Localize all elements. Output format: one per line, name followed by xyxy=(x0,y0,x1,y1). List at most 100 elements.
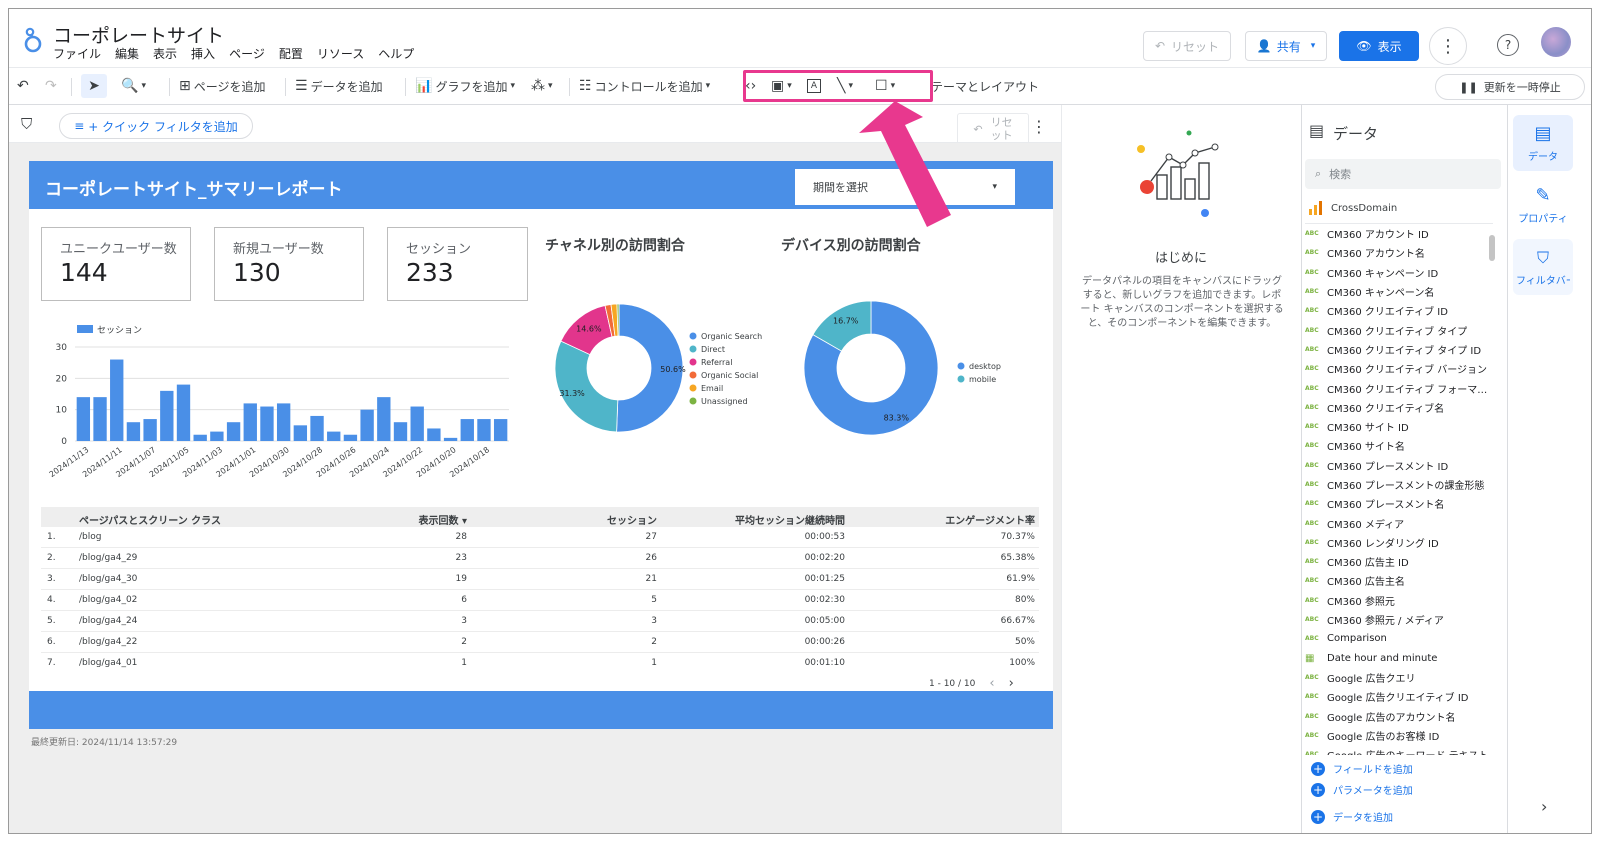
rail-data-tab[interactable]: ▤ データ xyxy=(1513,115,1573,171)
field-item[interactable]: ABC CM360 参照元 xyxy=(1305,591,1493,610)
field-item[interactable]: ABC CM360 クリエイティブ タイプ xyxy=(1305,320,1493,339)
expand-chevron-icon[interactable]: › xyxy=(1541,797,1547,816)
table-row[interactable]: 5./blog/ga4_24 3 3 00:05:00 66.67% xyxy=(41,611,1039,632)
field-item[interactable]: ▦ Date hour and minute xyxy=(1305,649,1493,668)
field-item[interactable]: ABC CM360 クリエイティブ フォーマット xyxy=(1305,378,1493,397)
add-parameter-link[interactable]: + パラメータを追加 xyxy=(1311,782,1413,797)
report-heading[interactable]: コーポレートサイト_サマリーレポート xyxy=(45,175,343,200)
table-row[interactable]: 2./blog/ga4_29 23 26 00:02:20 65.38% xyxy=(41,548,1039,569)
filter-icon[interactable]: ⛉ xyxy=(21,115,32,133)
bar[interactable] xyxy=(260,406,274,441)
field-item[interactable]: ABCGoogle 広告のキーワード テキスト xyxy=(1305,745,1493,755)
zoom-dropdown-icon[interactable]: ▾ xyxy=(141,81,146,91)
bar[interactable] xyxy=(443,437,458,441)
looker-studio-logo-icon[interactable] xyxy=(21,25,45,55)
filter-reset-button[interactable]: ↶ リセ ット xyxy=(957,113,1029,145)
field-item[interactable]: ABC Google 広告クエリ xyxy=(1305,668,1493,687)
field-list-scrollbar[interactable] xyxy=(1489,235,1495,261)
data-source-item[interactable]: CrossDomain xyxy=(1309,201,1397,215)
bar[interactable] xyxy=(460,419,474,441)
menu-help[interactable]: ヘルプ xyxy=(378,45,414,62)
bar[interactable] xyxy=(276,403,291,441)
bar[interactable] xyxy=(176,384,191,441)
share-dropdown-icon[interactable]: ▾ xyxy=(1311,41,1316,51)
bar[interactable] xyxy=(143,419,157,441)
field-item[interactable]: ABC CM360 クリエイティブ名 xyxy=(1305,398,1493,417)
field-item[interactable]: ABC CM360 参照元 / メディア xyxy=(1305,610,1493,629)
add-control-button[interactable]: ☷ コントロールを追加 ▾ xyxy=(579,74,710,98)
redo-icon[interactable]: ↷ xyxy=(45,78,57,94)
bar[interactable] xyxy=(193,434,207,441)
bar[interactable] xyxy=(327,431,341,441)
bar[interactable] xyxy=(393,422,408,441)
bar[interactable] xyxy=(343,434,358,441)
field-item[interactable]: ABC CM360 クリエイティブ ID xyxy=(1305,301,1493,320)
bar[interactable] xyxy=(410,406,424,441)
bar[interactable] xyxy=(226,422,241,441)
menu-resource[interactable]: リソース xyxy=(317,45,364,62)
zoom-icon[interactable]: 🔍 xyxy=(121,78,138,94)
table-row[interactable]: 1./blog 28 27 00:00:53 70.37% xyxy=(41,527,1039,548)
bar[interactable] xyxy=(477,419,491,441)
field-item[interactable]: ABC CM360 キャンペーン ID xyxy=(1305,263,1493,282)
bar[interactable] xyxy=(360,409,374,441)
field-item[interactable]: ABC CM360 キャンペーン名 xyxy=(1305,282,1493,301)
table-row[interactable]: 6./blog/ga4_22 2 2 00:00:26 50% xyxy=(41,632,1039,653)
bar[interactable] xyxy=(293,425,308,441)
field-item[interactable]: ABC CM360 広告主名 xyxy=(1305,571,1493,590)
field-search-input[interactable]: ⌕ 検索 xyxy=(1305,159,1501,189)
prev-page-icon[interactable]: ‹ xyxy=(989,676,994,691)
bar[interactable] xyxy=(310,415,324,441)
bar[interactable] xyxy=(126,422,141,441)
field-item[interactable]: ABC CM360 クリエイティブ バージョン xyxy=(1305,359,1493,378)
community-visualization-button[interactable]: ⁂ ▾ xyxy=(531,74,553,98)
bar[interactable] xyxy=(427,428,441,441)
menu-file[interactable]: ファイル xyxy=(53,45,101,62)
rail-property-tab[interactable]: ✎ プロパティ xyxy=(1513,177,1573,233)
field-item[interactable]: ABC CM360 広告主 ID xyxy=(1305,552,1493,571)
table-row[interactable]: 4./blog/ga4_02 6 5 00:02:30 80% xyxy=(41,590,1039,611)
field-item[interactable]: ABC CM360 プレースメントの課金形態 xyxy=(1305,475,1493,494)
field-item[interactable]: ABC Google 広告のアカウント名 xyxy=(1305,706,1493,725)
kpi-sessions[interactable]: セッション 233 xyxy=(387,227,528,301)
quick-filter-button[interactable]: ≡ + クイック フィルタを追加 xyxy=(59,113,253,139)
field-item[interactable]: ABC CM360 メディア xyxy=(1305,513,1493,532)
field-item[interactable]: ABC CM360 サイト名 xyxy=(1305,436,1493,455)
reset-button[interactable]: ↶ リセット xyxy=(1143,31,1231,61)
bar[interactable] xyxy=(210,431,224,441)
add-data-button[interactable]: ☰ データを追加 xyxy=(295,74,383,98)
page-table[interactable]: ページパスとスクリーン クラス 表示回数 ▾ セッション 平均セッション継続時間… xyxy=(41,507,1039,674)
pause-update-button[interactable]: ❚❚ 更新を一時停止 xyxy=(1435,74,1585,100)
field-item[interactable]: ABC CM360 プレースメント名 xyxy=(1305,494,1493,513)
undo-icon[interactable]: ↶ xyxy=(17,78,29,94)
filter-more-icon[interactable]: ⋮ xyxy=(1031,117,1047,136)
bar[interactable] xyxy=(76,397,91,441)
field-item[interactable]: ABC CM360 アカウント ID xyxy=(1305,224,1493,243)
channel-donut-chart[interactable]: 50.6% 31.3% 14.6% Organic Search Direct Refer… xyxy=(539,293,779,443)
add-data-link[interactable]: + データを追加 xyxy=(1311,809,1393,824)
menu-page[interactable]: ページ xyxy=(229,45,265,62)
menu-arrange[interactable]: 配置 xyxy=(279,45,303,62)
view-button[interactable]: 👁 表示 xyxy=(1339,31,1419,61)
theme-layout-button[interactable]: テーマとレイアウト xyxy=(931,74,1039,98)
table-row[interactable]: 3./blog/ga4_30 19 21 00:01:25 61.9% xyxy=(41,569,1039,590)
report-title[interactable]: コーポレートサイト xyxy=(53,21,224,48)
kpi-unique-users[interactable]: ユニークユーザー数 144 xyxy=(41,227,191,301)
bar[interactable] xyxy=(160,390,174,441)
bar[interactable] xyxy=(377,397,391,441)
field-item[interactable]: ABC CM360 プレースメント ID xyxy=(1305,456,1493,475)
field-item[interactable]: ABC CM360 クリエイティブ タイプ ID xyxy=(1305,340,1493,359)
bar[interactable] xyxy=(93,397,107,441)
field-item[interactable]: ABC CM360 サイト ID xyxy=(1305,417,1493,436)
menu-edit[interactable]: 編集 xyxy=(115,45,139,62)
field-item[interactable]: ABC CM360 アカウント名 xyxy=(1305,243,1493,262)
bar[interactable] xyxy=(243,403,257,441)
next-page-icon[interactable]: › xyxy=(1009,676,1014,691)
rail-filterbar-tab[interactable]: ⛉ フィルタバー xyxy=(1513,239,1573,295)
field-item[interactable]: ABC Google 広告のお客様 ID xyxy=(1305,726,1493,745)
help-icon[interactable]: ? xyxy=(1497,34,1519,56)
menu-insert[interactable]: 挿入 xyxy=(191,45,215,62)
field-item[interactable]: ABC Comparison xyxy=(1305,629,1493,648)
more-options-icon[interactable]: ⋮ xyxy=(1429,27,1467,65)
menu-view[interactable]: 表示 xyxy=(153,45,177,62)
